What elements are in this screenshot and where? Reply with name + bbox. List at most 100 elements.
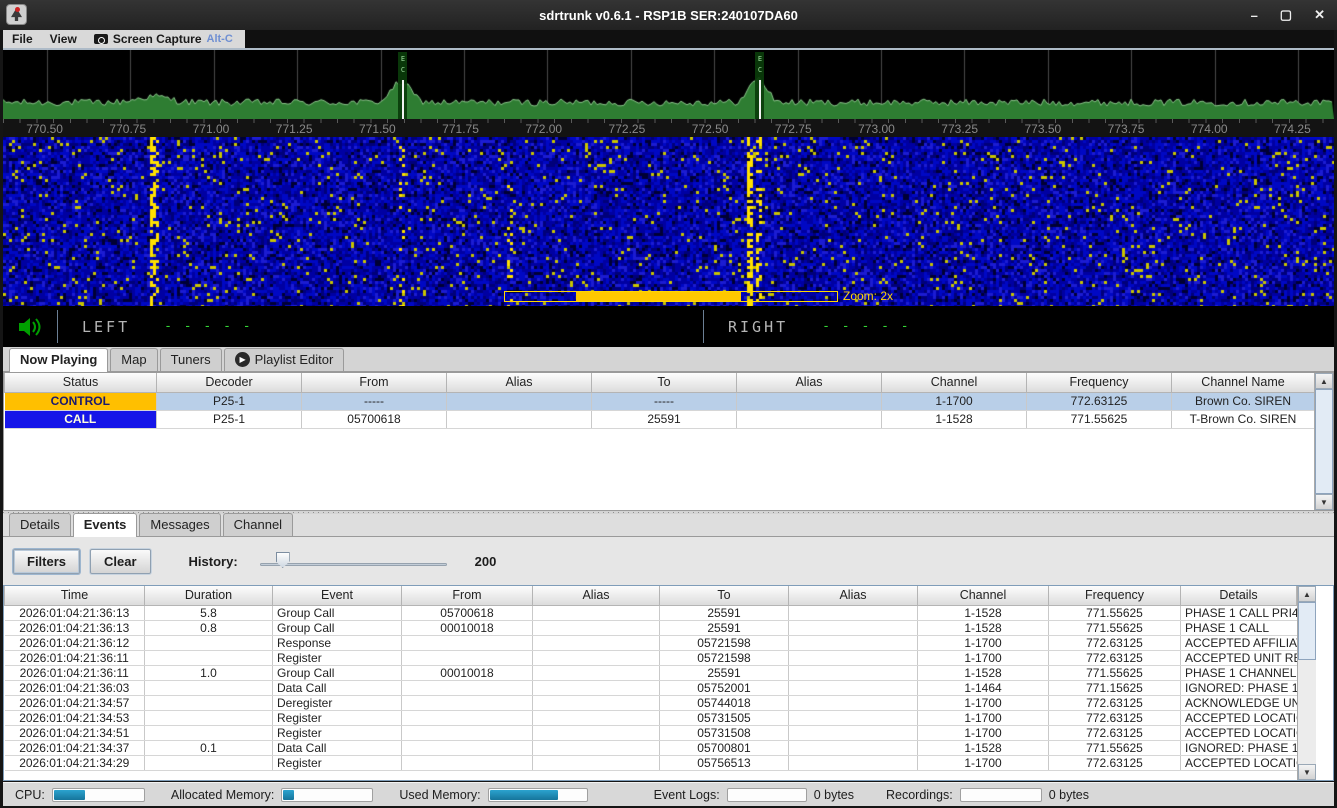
column-header[interactable]: Channel: [882, 373, 1027, 392]
used-memory-label: Used Memory:: [399, 788, 480, 802]
column-header[interactable]: Details: [1181, 586, 1297, 605]
cell-from: 00010018: [402, 665, 533, 680]
cell-time: 2026:01:04:21:36:11: [5, 650, 145, 665]
frequency-tick-label: 773.25: [918, 122, 1001, 137]
spectrum-canvas[interactable]: [3, 50, 1334, 119]
audio-channel-right[interactable]: RIGHT - - - - -: [704, 306, 1334, 347]
waterfall-display[interactable]: Zoom: 2x: [3, 137, 1334, 306]
column-header[interactable]: Alias: [533, 586, 660, 605]
cell-details: IGNORED: PHASE 1 ...: [1181, 740, 1297, 755]
column-header[interactable]: Decoder: [157, 373, 302, 392]
maximize-button[interactable]: ▢: [1280, 7, 1292, 23]
spectrum-display[interactable]: EC EC: [3, 48, 1334, 119]
mute-button[interactable]: [3, 315, 57, 339]
scroll-down-button[interactable]: ▼: [1298, 764, 1316, 780]
menu-file[interactable]: File: [12, 32, 33, 46]
cell-to: 05756513: [660, 755, 789, 770]
cell-alias2: [789, 695, 918, 710]
audio-left-label: LEFT: [82, 318, 130, 336]
column-header[interactable]: Alias: [447, 373, 592, 392]
slider-track[interactable]: [260, 563, 447, 566]
cell-alias: [533, 725, 660, 740]
cell-time: 2026:01:04:21:34:29: [5, 755, 145, 770]
cell-frequency: 771.55625: [1049, 620, 1181, 635]
scroll-down-button[interactable]: ▼: [1315, 494, 1333, 510]
table-row[interactable]: 2026:01:04:21:34:51Register057315081-170…: [5, 725, 1297, 740]
table-row[interactable]: 2026:01:04:21:34:53Register057315051-170…: [5, 710, 1297, 725]
minimize-button[interactable]: –: [1251, 8, 1258, 23]
waterfall-zoom-bar[interactable]: [504, 291, 838, 302]
scroll-up-button[interactable]: ▲: [1315, 373, 1333, 389]
audio-right-label: RIGHT: [728, 318, 788, 336]
now-playing-panel: StatusDecoderFromAliasToAliasChannelFreq…: [3, 372, 1334, 511]
column-header[interactable]: Status: [5, 373, 157, 392]
column-header[interactable]: Alias: [737, 373, 882, 392]
scrollbar-thumb[interactable]: [1298, 602, 1316, 660]
tab-label: Playlist Editor: [255, 352, 334, 367]
channel-marker[interactable]: EC: [755, 52, 764, 119]
column-header[interactable]: From: [402, 586, 533, 605]
column-header[interactable]: Time: [5, 586, 145, 605]
history-label: History:: [189, 554, 238, 569]
cell-duration: [145, 650, 273, 665]
table-row[interactable]: 2026:01:04:21:36:03Data Call057520011-14…: [5, 680, 1297, 695]
cell-from: 05700618: [402, 605, 533, 620]
column-header[interactable]: Frequency: [1049, 586, 1181, 605]
table-row[interactable]: 2026:01:04:21:36:135.8Group Call05700618…: [5, 605, 1297, 620]
column-header[interactable]: Event: [273, 586, 402, 605]
cell-alias: [533, 710, 660, 725]
now-playing-scrollbar[interactable]: ▲ ▼: [1314, 373, 1333, 510]
cell-to: 05731508: [660, 725, 789, 740]
table-row[interactable]: 2026:01:04:21:36:111.0Group Call00010018…: [5, 665, 1297, 680]
history-slider[interactable]: [260, 552, 447, 570]
now-playing-row[interactable]: CALL P25-1 05700618 25591 1-1528 771.556…: [5, 410, 1315, 428]
tab-map[interactable]: Map: [110, 348, 157, 371]
cell-alias: [533, 635, 660, 650]
channel-marker[interactable]: EC: [398, 52, 407, 119]
table-row[interactable]: 2026:01:04:21:36:130.8Group Call00010018…: [5, 620, 1297, 635]
cell-to: 05744018: [660, 695, 789, 710]
filters-button[interactable]: Filters: [13, 549, 80, 574]
scrollbar-track[interactable]: [1298, 660, 1316, 764]
cell-frequency: 772.63125: [1049, 635, 1181, 650]
audio-right-value: - - - - -: [822, 319, 910, 334]
column-header[interactable]: To: [660, 586, 789, 605]
clear-button[interactable]: Clear: [90, 549, 151, 574]
scroll-up-button[interactable]: ▲: [1298, 586, 1316, 602]
column-header[interactable]: Channel: [918, 586, 1049, 605]
column-header[interactable]: To: [592, 373, 737, 392]
menu-view[interactable]: View: [50, 32, 77, 46]
column-header[interactable]: Duration: [145, 586, 273, 605]
menu-screen-capture[interactable]: Screen Capture Alt-C: [94, 32, 233, 46]
close-button[interactable]: ✕: [1314, 7, 1325, 23]
column-header[interactable]: Frequency: [1027, 373, 1172, 392]
table-row[interactable]: 2026:01:04:21:36:11Register057215981-170…: [5, 650, 1297, 665]
table-row[interactable]: 2026:01:04:21:34:370.1Data Call057008011…: [5, 740, 1297, 755]
tab-messages[interactable]: Messages: [139, 513, 220, 536]
tab-tuners[interactable]: Tuners: [160, 348, 222, 371]
tab-events[interactable]: Events: [73, 513, 138, 537]
events-scrollbar[interactable]: ▲ ▼: [1297, 586, 1316, 780]
column-header[interactable]: From: [302, 373, 447, 392]
audio-channel-left[interactable]: LEFT - - - - -: [58, 306, 703, 347]
column-header[interactable]: Alias: [789, 586, 918, 605]
event-logs-meter: [727, 788, 807, 802]
tab-playlist-editor[interactable]: ▶ Playlist Editor: [224, 348, 345, 371]
screen-capture-shortcut: Alt-C: [207, 33, 233, 45]
cell-channel: 1-1700: [918, 695, 1049, 710]
tab-now-playing[interactable]: Now Playing: [9, 348, 108, 372]
scrollbar-thumb[interactable]: [1315, 389, 1333, 494]
tab-label: Events: [84, 517, 127, 532]
table-row[interactable]: 2026:01:04:21:36:12Response057215981-170…: [5, 635, 1297, 650]
frequency-tick-label: 772.75: [752, 122, 835, 137]
table-row[interactable]: 2026:01:04:21:34:29Register057565131-170…: [5, 755, 1297, 770]
tab-channel[interactable]: Channel: [223, 513, 293, 536]
cell-alias2: [789, 650, 918, 665]
table-row[interactable]: 2026:01:04:21:34:57Deregister057440181-1…: [5, 695, 1297, 710]
history-value: 200: [475, 554, 497, 569]
column-header[interactable]: Channel Name: [1172, 373, 1315, 392]
waterfall-canvas[interactable]: [3, 137, 1334, 306]
waterfall-zoom-thumb[interactable]: [576, 292, 741, 301]
tab-details[interactable]: Details: [9, 513, 71, 536]
now-playing-row[interactable]: CONTROL P25-1 ----- ----- 1-1700 772.631…: [5, 392, 1315, 410]
